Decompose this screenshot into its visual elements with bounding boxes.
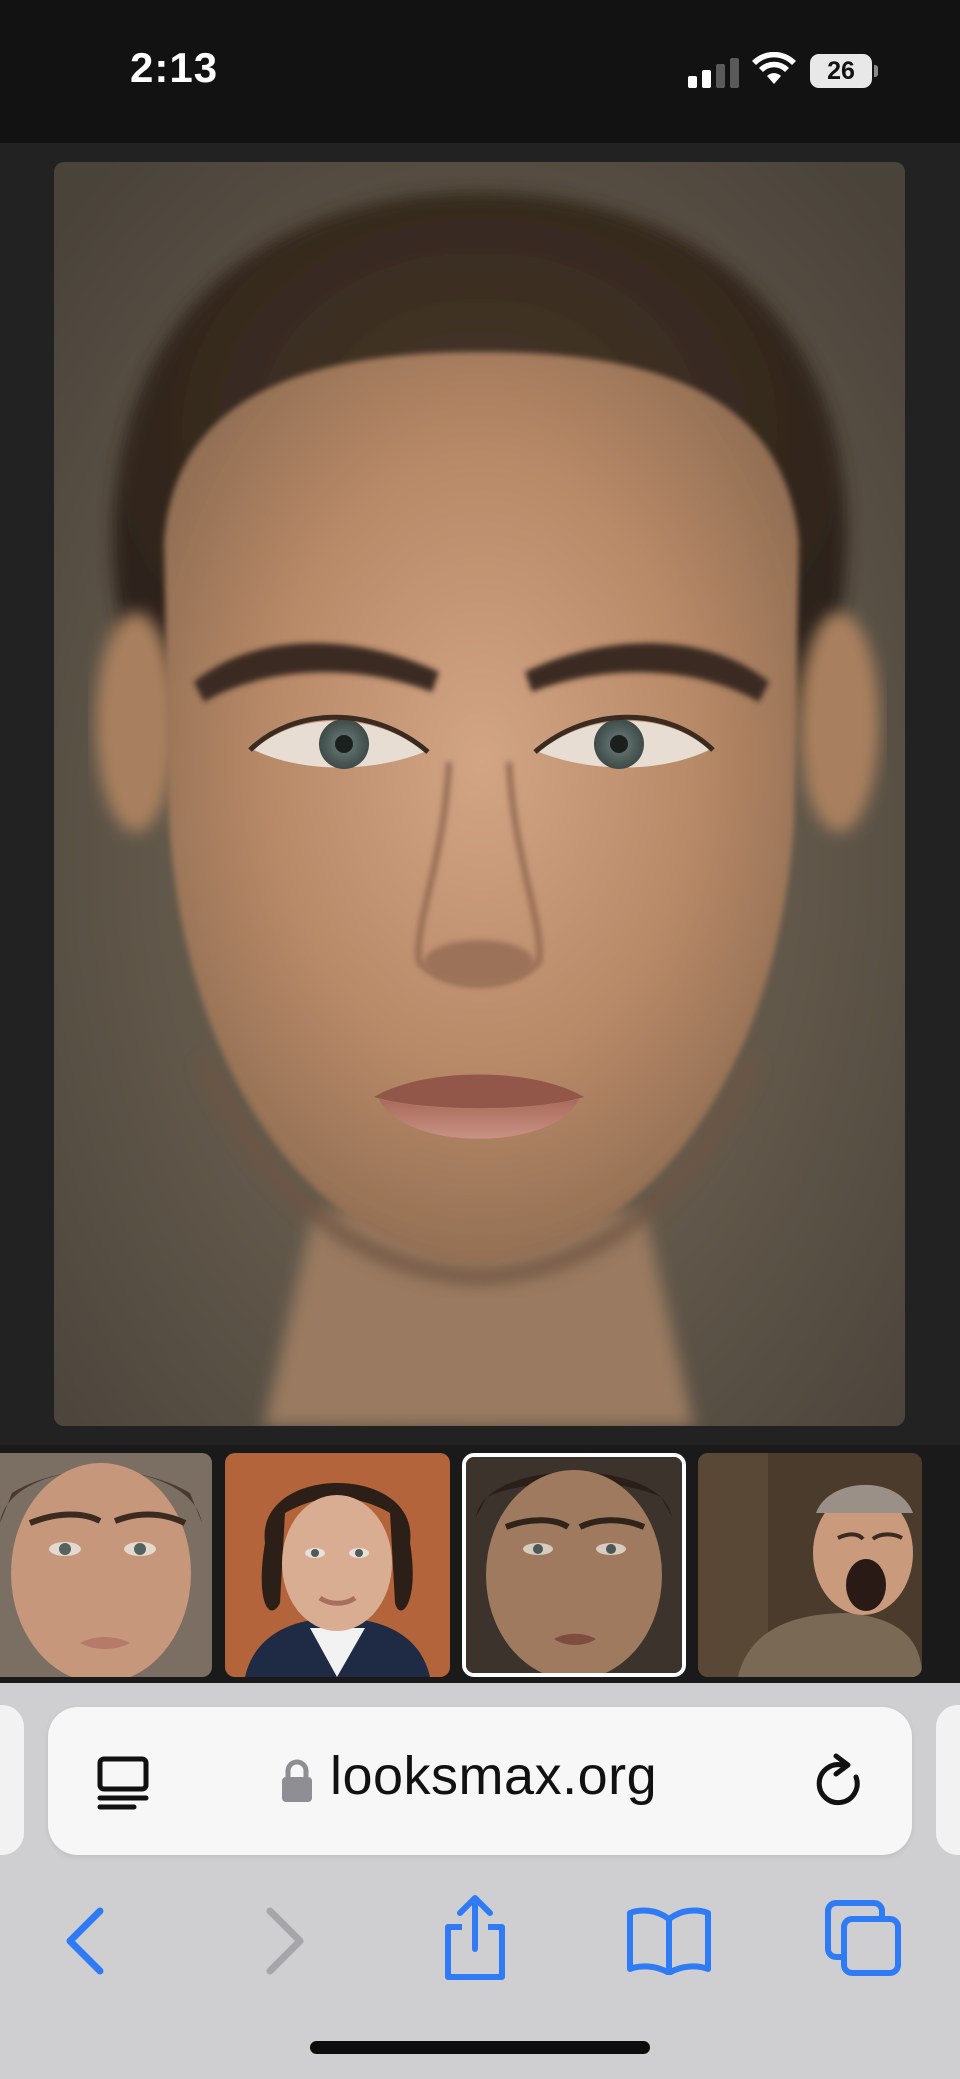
url-text[interactable]: looksmax.org	[330, 1745, 657, 1807]
back-icon[interactable]	[62, 1907, 108, 1975]
home-indicator	[310, 2041, 650, 2054]
face-portrait-image[interactable]	[54, 162, 905, 1426]
face-thumbnail-icon	[466, 1457, 682, 1673]
thumbnail-2[interactable]	[225, 1453, 450, 1677]
browser-toolbar	[0, 1893, 960, 2013]
bookmarks-icon[interactable]	[626, 1905, 712, 1975]
previous-tab-preview[interactable]	[0, 1705, 24, 1855]
face-thumbnail-icon	[698, 1453, 922, 1677]
thumbnail-1[interactable]	[0, 1453, 212, 1677]
battery-icon: 26	[810, 54, 878, 88]
thumbnail-4[interactable]	[698, 1453, 922, 1677]
status-bar: 2:13 26	[0, 0, 960, 143]
lock-icon	[282, 1759, 312, 1802]
status-time: 2:13	[130, 44, 219, 91]
address-bar[interactable]: looksmax.org	[48, 1707, 912, 1855]
page-menu-icon[interactable]	[94, 1753, 152, 1811]
cellular-signal-icon	[688, 58, 739, 88]
battery-level: 26	[827, 56, 855, 85]
next-tab-preview[interactable]	[936, 1705, 960, 1855]
forward-icon[interactable]	[262, 1907, 308, 1975]
browser-bar: looksmax.org	[0, 1683, 960, 2079]
face-thumbnail-icon	[0, 1453, 212, 1677]
reload-icon[interactable]	[812, 1753, 868, 1811]
image-viewer[interactable]	[0, 143, 960, 1445]
share-icon[interactable]	[440, 1893, 510, 1983]
face-thumbnail-icon	[225, 1453, 450, 1677]
tabs-icon[interactable]	[824, 1899, 904, 1979]
thumbnail-3-selected[interactable]	[462, 1453, 686, 1677]
thumbnail-strip[interactable]	[0, 1445, 960, 1683]
wifi-icon	[752, 52, 796, 84]
